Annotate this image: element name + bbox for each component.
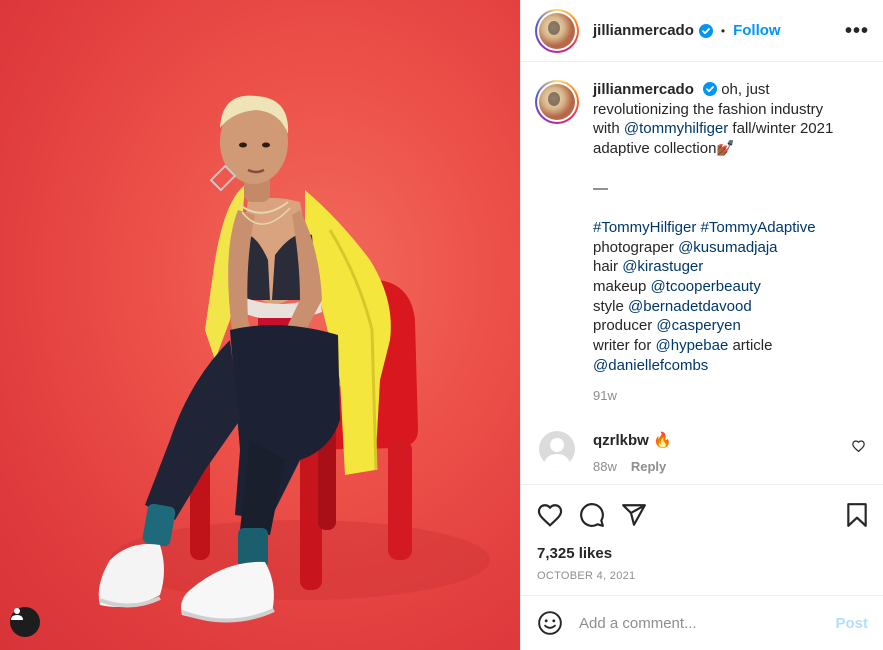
user-tag-button[interactable]: [10, 607, 40, 637]
hashtag-tommyadaptive[interactable]: #TommyAdaptive: [701, 219, 816, 236]
credit-role: producer: [593, 317, 657, 335]
caption-text: jillianmercado oh, just revolutionizing …: [593, 80, 851, 405]
post-comment-button[interactable]: Post: [835, 615, 868, 632]
credit-role: photograper: [593, 238, 679, 256]
credit-role: style: [593, 297, 629, 315]
default-avatar-icon[interactable]: [539, 431, 575, 468]
post-caption: jillianmercado oh, just revolutionizing …: [535, 80, 869, 405]
mention-bernadetdavood[interactable]: @bernadetdavood: [628, 298, 752, 315]
verified-badge-icon: [703, 82, 718, 96]
caption-author-avatar[interactable]: [535, 80, 579, 124]
comments-section: jillianmercado oh, just revolutionizing …: [521, 62, 883, 484]
credit-line: writer for @hypebae article: [593, 336, 851, 356]
credit-role: makeup: [593, 278, 651, 295]
share-icon[interactable]: [621, 502, 647, 528]
mention-daniellefcombs[interactable]: @daniellefcombs: [593, 357, 708, 374]
add-comment-bar: Post: [521, 595, 883, 650]
credit-role: writer for: [593, 337, 656, 355]
bookmark-icon[interactable]: [846, 502, 868, 528]
heart-icon[interactable]: [537, 503, 563, 527]
post-header: jillianmercado • Follow •••: [521, 0, 883, 62]
mention-casperyen[interactable]: @casperyen: [656, 317, 740, 334]
mention-hypebae[interactable]: @hypebae: [656, 337, 729, 354]
mention-tommyhilfiger[interactable]: @tommyhilfiger: [624, 120, 728, 137]
post-side-panel: jillianmercado • Follow ••• jillianmerca…: [520, 0, 883, 650]
author-username[interactable]: jillianmercado: [593, 22, 694, 39]
reply-button[interactable]: Reply: [631, 459, 666, 474]
comment-text: 🔥: [653, 432, 672, 450]
credit-line: hair @kirastuger: [593, 257, 851, 277]
credit-line: makeup @tcooperbeauty: [593, 277, 851, 297]
post-photo[interactable]: [0, 0, 520, 650]
comment-username[interactable]: qzrlkbw: [593, 432, 649, 449]
comment-item: qzrlkbw 🔥 88w Reply: [535, 431, 869, 474]
user-tag-icon: [11, 608, 23, 620]
credit-line: photograper @kusumadjaja: [593, 238, 851, 258]
mention-kirastuger[interactable]: @kirastuger: [622, 258, 703, 275]
caption-timestamp[interactable]: 91w: [593, 386, 851, 406]
verified-badge-icon: [698, 23, 713, 38]
emoji-icon[interactable]: [537, 610, 563, 636]
credit-line: style @bernadetdavood: [593, 297, 851, 317]
comment-like-heart-icon[interactable]: [852, 439, 865, 457]
caption-emoji: 💅🏾: [716, 140, 736, 158]
header-separator: •: [720, 23, 726, 38]
more-options-icon[interactable]: •••: [845, 21, 869, 41]
caption-dash: —: [593, 179, 608, 197]
credit-role: hair: [593, 258, 623, 276]
add-comment-input[interactable]: [579, 614, 836, 632]
post-date[interactable]: OCTOBER 4, 2021: [537, 570, 868, 582]
comment-timestamp[interactable]: 88w: [593, 459, 617, 474]
hashtag-tommyhilfiger[interactable]: #TommyHilfiger: [593, 219, 696, 236]
mention-kusumadjaja[interactable]: @kusumadjaja: [678, 239, 777, 256]
caption-username[interactable]: jillianmercado: [593, 81, 694, 98]
credit-line: producer @casperyen: [593, 316, 851, 336]
mention-tcooperbeauty[interactable]: @tcooperbeauty: [651, 278, 761, 295]
author-avatar[interactable]: [535, 8, 579, 53]
comment-icon[interactable]: [579, 502, 605, 528]
follow-button[interactable]: Follow: [733, 22, 781, 39]
post-actions: 7,325 likes OCTOBER 4, 2021: [521, 484, 883, 582]
article-word: article: [728, 337, 773, 355]
likes-count[interactable]: 7,325 likes: [537, 545, 868, 562]
photo-illustration: [98, 95, 490, 623]
